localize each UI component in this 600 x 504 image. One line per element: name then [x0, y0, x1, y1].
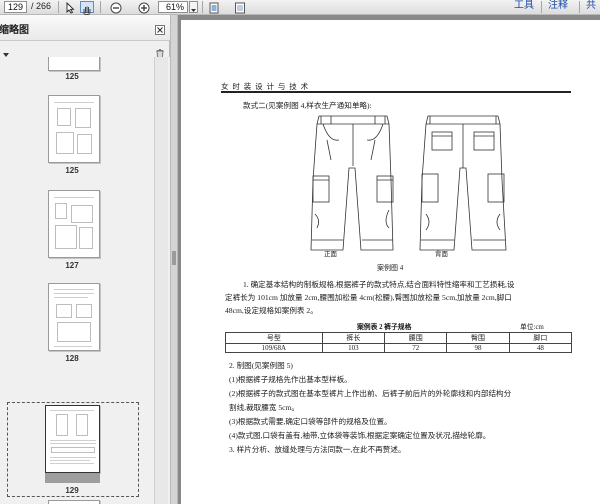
thumbnail-panel: 缩略图 125 125 127 128 129: [0, 15, 170, 504]
paragraph-line: (1)根据裤子规格先作出基本型样板。: [229, 375, 352, 384]
table-header-cell: 腰围: [384, 332, 448, 344]
document-page: 女 时 装 设 计 与 技 术 款式二(见案例图 4,样衣生产通知单略): 正面…: [181, 20, 600, 504]
fit-width-icon[interactable]: [234, 1, 246, 14]
panel-splitter[interactable]: [170, 15, 178, 504]
table-row: 109/68A 103 72 98 48: [225, 343, 573, 353]
thumbnail-list: 125 125 127 128 129: [0, 57, 170, 504]
zoom-dropdown-chevron-icon[interactable]: [189, 1, 198, 13]
table-cell: 103: [321, 343, 386, 353]
delete-page-icon[interactable]: [155, 45, 165, 58]
table-cell: 98: [446, 343, 510, 353]
paragraph-line: 1. 确定基本结构的制板规格,根据裤子的款式特点,结合面料特性缩率和工艺损耗,设: [243, 280, 515, 289]
pants-back-drawing: [419, 115, 507, 251]
page-thumbnail[interactable]: [48, 57, 100, 71]
front-caption: 正面: [324, 251, 337, 258]
toolbar-divider: [202, 1, 203, 13]
back-caption: 背面: [435, 251, 448, 258]
page-thumbnail[interactable]: [48, 190, 100, 258]
paragraph-line: (2)根据裤子的款式图在基本型裤片上作出前、后裤子前后片的外轮廓线和内部结构分: [229, 389, 512, 398]
thumbnail-scrollbar[interactable]: [154, 57, 168, 504]
table-title: 案例表 2 裤子规格: [357, 324, 412, 331]
share-menu[interactable]: 共: [586, 0, 596, 11]
table-unit: 单位:cm: [520, 324, 544, 331]
table-header-cell: 裤长: [321, 332, 386, 344]
page-thumbnail[interactable]: [48, 500, 100, 504]
panel-title: 缩略图: [0, 25, 29, 36]
document-viewport[interactable]: 女 时 装 设 计 与 技 术 款式二(见案例图 4,样衣生产通知单略): 正面…: [178, 15, 600, 504]
zoom-in-icon[interactable]: [138, 1, 150, 14]
paragraph-line: (3)根据款式需要,确定口袋等部件的规格及位置。: [229, 417, 392, 426]
page-thumbnail[interactable]: [48, 283, 100, 351]
figure-caption: 案例图 4: [377, 264, 404, 272]
toolbar: 129 / 266 61% 工具 注释 共: [0, 0, 600, 16]
table-header-cell: 脚口: [508, 332, 573, 344]
table-cell: 48: [508, 343, 573, 353]
spec-table: 号型 裤长 腰围 臀围 脚口 109/68A 103 72 98 48: [225, 332, 573, 353]
thumbnail-label: 128: [65, 354, 79, 363]
select-tool-icon[interactable]: [64, 1, 76, 14]
table-header-cell: 臀围: [446, 332, 510, 344]
thumbnail-label: 129: [65, 486, 79, 495]
toolbar-divider: [579, 1, 580, 13]
paragraph-line: (4)款式图,口袋有盖有,袖带,立体袋等装饰,根据定案确定位置及状况,描绘轮廓。: [229, 431, 491, 440]
table-cell: 109/68A: [225, 343, 323, 353]
toolbar-divider: [541, 1, 542, 13]
toolbar-divider: [58, 1, 59, 13]
paragraph-line: 3. 样片分析、放缝处理与方法同款一,在此不再赘述。: [229, 445, 406, 454]
close-panel-icon[interactable]: [155, 22, 165, 35]
thumbnail-label: 125: [65, 166, 79, 175]
comment-menu[interactable]: 注释: [548, 0, 568, 11]
table-header-cell: 号型: [225, 332, 323, 344]
page-total: / 266: [31, 1, 52, 11]
thumbnail-label: 127: [65, 261, 79, 270]
zoom-level-field[interactable]: 61%: [158, 1, 188, 13]
hand-tool-icon[interactable]: [80, 1, 94, 16]
paragraph-line: 定裤长为 101cm 加放量 2cm,腰围加松量 4cm(松腰),臀围加放松量 …: [225, 293, 512, 302]
tools-menu[interactable]: 工具: [514, 0, 534, 11]
paragraph-line: 割线,裁取腰宽 5cm。: [229, 403, 300, 412]
paragraph-line: 48cm,设定规格如案例表 2。: [225, 306, 318, 315]
header-rule: [221, 91, 571, 93]
table-cell: 72: [384, 343, 448, 353]
page-thumbnail[interactable]: [45, 405, 100, 473]
page-thumbnail[interactable]: [48, 95, 100, 163]
options-chevron-icon[interactable]: [2, 46, 10, 57]
zoom-out-icon[interactable]: [110, 1, 122, 14]
splitter-grip[interactable]: [172, 251, 176, 265]
page-number-input[interactable]: 129: [4, 1, 27, 13]
table-header-row: 号型 裤长 腰围 臀围 脚口: [225, 332, 573, 344]
paragraph-line: 2. 制图(见案例图 5): [229, 361, 293, 370]
fit-page-icon[interactable]: [208, 1, 220, 14]
toolbar-divider: [100, 1, 101, 13]
pants-front-drawing: [310, 115, 394, 251]
thumbnail-label: 125: [65, 72, 79, 81]
panel-header: 缩略图: [0, 15, 170, 41]
